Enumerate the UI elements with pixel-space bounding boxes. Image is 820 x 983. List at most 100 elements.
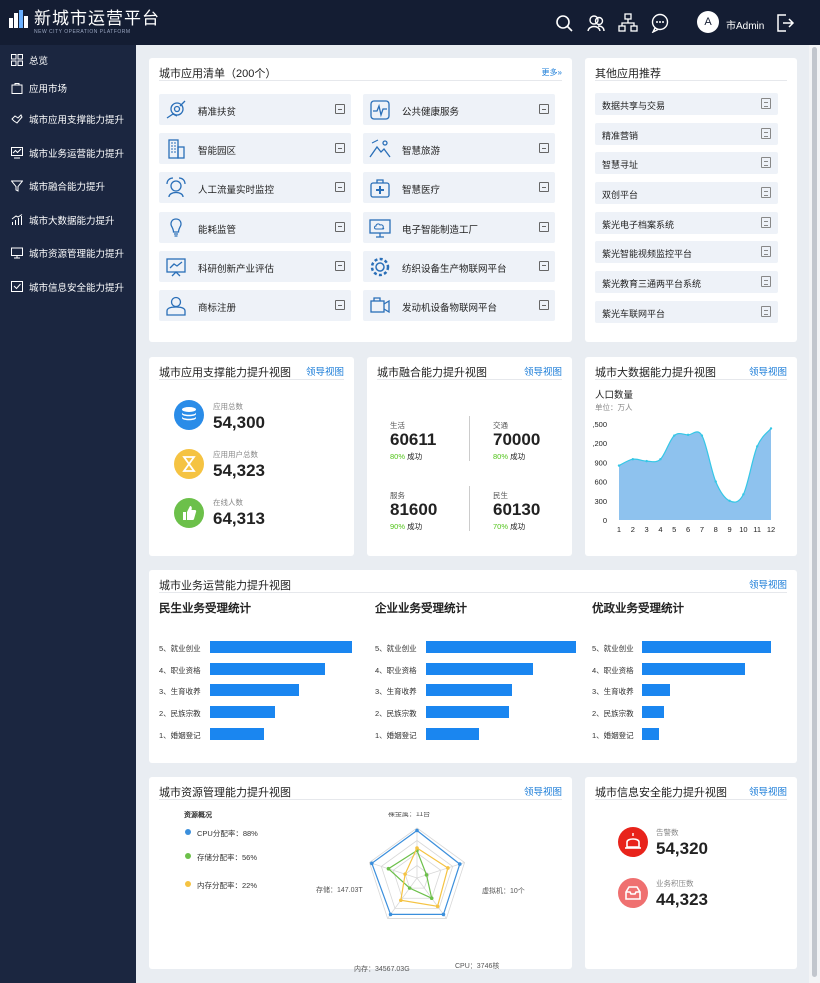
recommend-item[interactable]: 精准营销	[595, 123, 778, 145]
app-item[interactable]: 科研创新产业评估	[159, 250, 351, 282]
leader-view-link[interactable]: 领导视图	[749, 784, 787, 798]
bar[interactable]	[426, 728, 479, 740]
sidebar-item-bigdata[interactable]: 城市大数据能力提升	[0, 208, 136, 232]
data-point[interactable]	[742, 493, 745, 496]
user-name[interactable]: 市Admin	[726, 17, 764, 32]
bar[interactable]	[426, 706, 509, 718]
app-item[interactable]: 电子智能制造工厂	[363, 211, 555, 243]
bar[interactable]	[426, 641, 576, 653]
sidebar-item-fusion[interactable]: 城市融合能力提升	[0, 174, 136, 198]
minus-square-icon[interactable]	[539, 221, 549, 232]
radar-point[interactable]	[415, 846, 419, 850]
minus-square-icon[interactable]	[539, 300, 549, 310]
more-link[interactable]: 更多»	[542, 67, 562, 78]
radar-point[interactable]	[370, 861, 374, 866]
document-search-icon[interactable]	[761, 276, 771, 287]
bar[interactable]	[642, 684, 671, 696]
recommend-item[interactable]: 智慧寻址	[595, 152, 778, 174]
bar[interactable]	[642, 641, 771, 653]
minus-square-icon[interactable]	[335, 143, 345, 154]
scrollbar-thumb[interactable]	[812, 47, 817, 977]
bar[interactable]	[210, 706, 276, 718]
data-point[interactable]	[645, 459, 648, 463]
app-item[interactable]: 精准扶贫	[159, 94, 351, 125]
recommend-item[interactable]: 紫光电子档案系统	[595, 212, 778, 234]
minus-square-icon[interactable]	[539, 260, 549, 271]
sidebar-item-security[interactable]: 城市信息安全能力提升	[0, 275, 136, 299]
radar-point[interactable]	[386, 866, 391, 871]
minus-square-icon[interactable]	[335, 260, 345, 271]
radar-point[interactable]	[429, 896, 434, 901]
recommend-item[interactable]: 双创平台	[595, 182, 778, 204]
radar-point[interactable]	[407, 886, 412, 890]
data-point[interactable]	[617, 464, 621, 467]
sidebar-item-business-ops[interactable]: 城市业务运营能力提升	[0, 141, 136, 165]
minus-square-icon[interactable]	[335, 300, 345, 310]
app-item[interactable]: 发动机设备物联网平台	[363, 290, 555, 321]
document-search-icon[interactable]	[761, 128, 771, 139]
data-point[interactable]	[631, 458, 635, 461]
bar[interactable]	[210, 663, 326, 675]
data-point[interactable]	[700, 434, 704, 437]
search-icon[interactable]	[554, 13, 574, 33]
logout-icon[interactable]	[775, 13, 795, 33]
bar[interactable]	[642, 728, 659, 740]
data-point[interactable]	[673, 434, 676, 437]
bar[interactable]	[426, 663, 533, 675]
minus-square-icon[interactable]	[335, 104, 345, 114]
data-point[interactable]	[769, 427, 773, 430]
radar-point[interactable]	[415, 828, 419, 833]
app-item[interactable]: 公共健康服务	[363, 94, 555, 125]
scrollbar[interactable]	[809, 45, 820, 983]
radar-point[interactable]	[441, 912, 446, 917]
document-search-icon[interactable]	[761, 246, 771, 257]
sidebar-item-overview[interactable]: 总览	[0, 48, 136, 72]
recommend-item[interactable]: 紫光车联网平台	[595, 301, 778, 323]
app-item[interactable]: 能耗监管	[159, 211, 351, 243]
minus-square-icon[interactable]	[335, 182, 345, 193]
bar[interactable]	[642, 706, 664, 718]
chat-icon[interactable]	[650, 13, 670, 33]
data-point[interactable]	[659, 458, 662, 461]
sidebar-item-app-support[interactable]: 城市应用支撑能力提升	[0, 107, 136, 131]
minus-square-icon[interactable]	[335, 221, 345, 232]
document-search-icon[interactable]	[761, 306, 771, 317]
radar-point[interactable]	[435, 904, 440, 909]
data-point[interactable]	[714, 480, 717, 483]
sidebar-item-app-market[interactable]: 应用市场	[0, 76, 136, 100]
bar[interactable]	[426, 684, 512, 696]
minus-square-icon[interactable]	[539, 104, 549, 114]
minus-square-icon[interactable]	[539, 143, 549, 154]
document-search-icon[interactable]	[761, 187, 771, 198]
document-search-icon[interactable]	[761, 98, 771, 109]
hierarchy-icon[interactable]	[618, 13, 638, 33]
bar[interactable]	[210, 684, 300, 696]
data-point[interactable]	[728, 499, 731, 502]
radar-point[interactable]	[424, 873, 429, 877]
app-item[interactable]: 纺织设备生产物联网平台	[363, 250, 555, 282]
app-item[interactable]: 智慧医疗	[363, 172, 555, 204]
recommend-item[interactable]: 数据共享与交易	[595, 93, 778, 115]
recommend-item[interactable]: 紫光智能视频监控平台	[595, 241, 778, 263]
data-point[interactable]	[686, 433, 690, 437]
bar[interactable]	[210, 641, 352, 653]
radar-point[interactable]	[403, 872, 407, 876]
leader-view-link[interactable]: 领导视图	[306, 364, 344, 378]
sidebar-item-resource[interactable]: 城市资源管理能力提升	[0, 241, 136, 265]
bar[interactable]	[642, 663, 746, 675]
app-item[interactable]: 智慧旅游	[363, 133, 555, 165]
app-item[interactable]: 智能园区	[159, 133, 351, 165]
bar[interactable]	[210, 728, 264, 740]
radar-point[interactable]	[457, 862, 462, 866]
document-search-icon[interactable]	[761, 217, 771, 228]
app-item[interactable]: 商标注册	[159, 290, 351, 321]
radar-point[interactable]	[446, 866, 450, 870]
recommend-item[interactable]: 紫光教育三通两平台系统	[595, 271, 778, 293]
leader-view-link[interactable]: 领导视图	[749, 364, 787, 378]
radar-point[interactable]	[388, 912, 393, 917]
document-search-icon[interactable]	[761, 157, 771, 168]
users-icon[interactable]	[586, 13, 606, 33]
radar-point[interactable]	[399, 898, 403, 903]
leader-view-link[interactable]: 领导视图	[524, 364, 562, 378]
avatar[interactable]: A	[697, 11, 719, 33]
